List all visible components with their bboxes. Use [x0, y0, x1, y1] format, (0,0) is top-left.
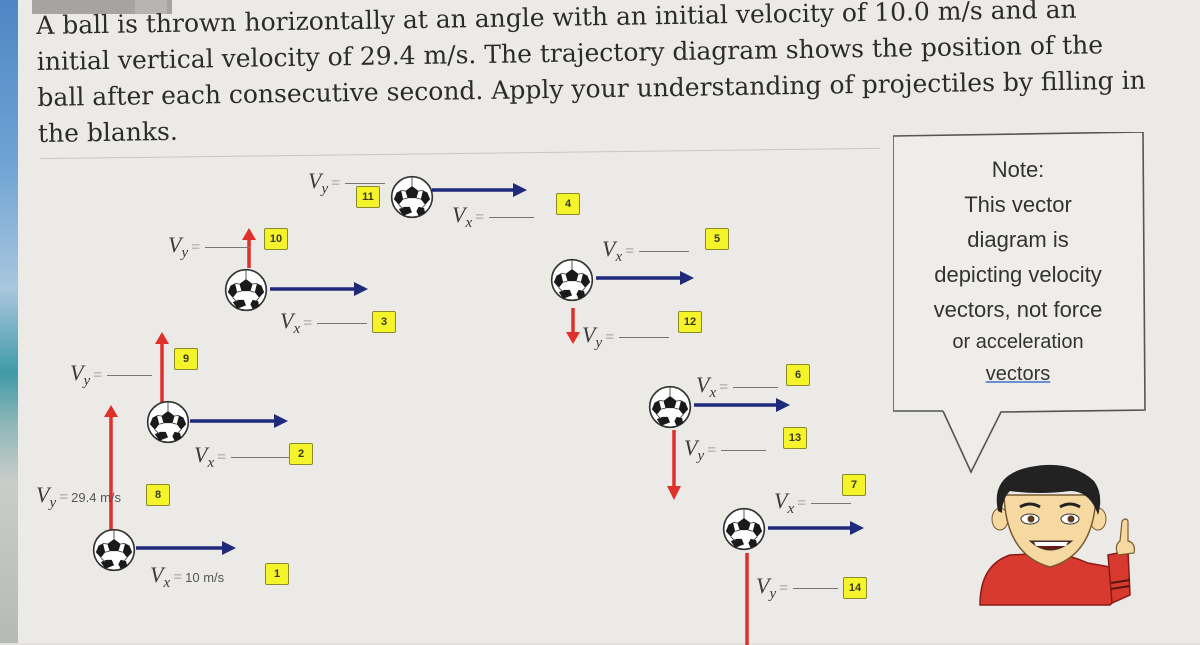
- soccer-ball-icon: [92, 528, 136, 572]
- soccer-ball-icon: [390, 175, 434, 219]
- blank-number-12[interactable]: 12: [678, 311, 702, 333]
- blank-number-3[interactable]: 3: [372, 311, 396, 333]
- vy-answer-blank[interactable]: [107, 375, 153, 376]
- blank-number-1[interactable]: 1: [265, 563, 289, 585]
- vy-answer-blank[interactable]: [205, 247, 251, 248]
- blank-number-11[interactable]: 11: [356, 186, 380, 208]
- vy-label: Vy =: [582, 322, 670, 352]
- vy-arrow-down: [740, 553, 754, 645]
- blank-number-13[interactable]: 13: [783, 427, 807, 449]
- vx-arrow-right: [596, 271, 694, 285]
- vy-label: Vy =: [70, 360, 153, 390]
- vy-label: Vy =: [168, 232, 251, 262]
- soccer-ball-icon: [722, 507, 766, 551]
- blank-number-7[interactable]: 7: [842, 474, 866, 496]
- vx-label: Vx =: [280, 308, 368, 338]
- note-text: Note: This vector diagram is depicting v…: [893, 152, 1143, 392]
- vy-answer-blank[interactable]: [345, 183, 386, 184]
- question-text: A ball is thrown horizontally at an angl…: [36, 0, 1198, 152]
- vx-answer-blank[interactable]: [317, 323, 368, 324]
- blank-number-5[interactable]: 5: [705, 228, 729, 250]
- vy-answer-blank[interactable]: [619, 337, 670, 338]
- note-line: diagram is: [967, 227, 1069, 252]
- vy-label: Vy =: [756, 573, 839, 603]
- blank-number-14[interactable]: 14: [843, 577, 867, 599]
- vx-arrow-right: [190, 414, 288, 428]
- vx-answer-blank[interactable]: [733, 387, 779, 388]
- blank-number-4[interactable]: 4: [556, 193, 580, 215]
- vx-arrow-right: [270, 282, 368, 296]
- note-title: Note:: [991, 157, 1045, 182]
- vy-answer-blank[interactable]: [793, 588, 839, 589]
- vy-answer-blank[interactable]: [721, 450, 767, 451]
- blank-number-8[interactable]: 8: [146, 484, 170, 506]
- vx-answer-blank[interactable]: [639, 251, 690, 252]
- vx-label-given: Vx = 10 m/s: [150, 562, 225, 591]
- vx-label: Vx =: [194, 442, 294, 472]
- vy-label-given: Vy = 29.4 m/s: [36, 482, 122, 511]
- blank-number-9[interactable]: 9: [174, 348, 198, 370]
- vx-answer-blank[interactable]: [231, 457, 294, 458]
- soccer-ball-icon: [224, 268, 268, 312]
- vy-label: Vy =: [684, 435, 767, 465]
- vx-label: Vx =: [696, 372, 779, 402]
- blank-number-10[interactable]: 10: [264, 228, 288, 250]
- vy-arrow-down: [566, 308, 580, 344]
- note-line: This vector: [964, 192, 1072, 217]
- note-line: or acceleration: [952, 331, 1084, 353]
- blank-number-6[interactable]: 6: [786, 364, 810, 386]
- note-link[interactable]: vectors: [893, 357, 1143, 392]
- vx-answer-blank[interactable]: [489, 217, 535, 218]
- vx-arrow-right: [768, 521, 864, 535]
- soccer-ball-icon: [550, 258, 594, 302]
- vx-label: Vx =: [452, 202, 535, 232]
- vx-answer-blank[interactable]: [811, 503, 852, 504]
- vx-label: Vx =: [774, 488, 852, 518]
- blank-number-2[interactable]: 2: [289, 443, 313, 465]
- avatar-pointing-icon: [970, 455, 1140, 615]
- note-line: vectors, not force: [933, 297, 1103, 322]
- note-line: depicting velocity: [934, 262, 1102, 287]
- vy-arrow-down: [667, 430, 681, 500]
- vx-arrow-right: [432, 183, 527, 197]
- vx-arrow-right: [136, 541, 236, 555]
- soccer-ball-icon: [146, 400, 190, 444]
- vx-label: Vx =: [602, 236, 690, 266]
- soccer-ball-icon: [648, 385, 692, 429]
- note-callout: Note: This vector diagram is depicting v…: [893, 132, 1146, 474]
- vy-arrow-up: [155, 332, 169, 402]
